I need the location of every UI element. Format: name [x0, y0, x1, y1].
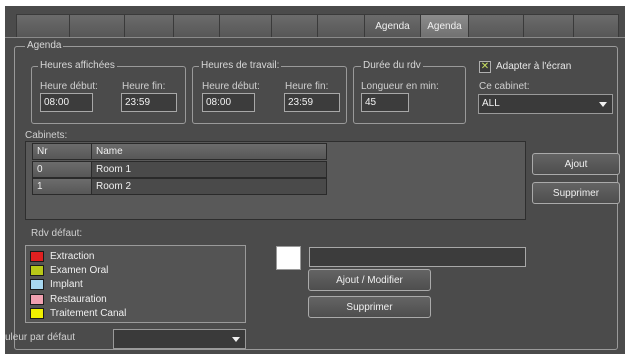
cabinets-row-0-name[interactable]: Room 1 — [91, 161, 327, 178]
tab-4[interactable] — [173, 14, 220, 38]
duree-rdv-title: Durée du rdv — [361, 60, 423, 72]
tab-10[interactable] — [468, 14, 524, 38]
list-item-label: Implant — [50, 278, 83, 290]
cabinets-table: Nr Name 0 Room 1 1 Room 2 — [25, 141, 526, 220]
color-swatch — [30, 278, 44, 290]
duree-rdv-length-label: Longueur en min: — [361, 81, 439, 92]
rdv-defaut-label: Rdv défaut: — [31, 228, 83, 239]
list-item[interactable]: Implant — [30, 277, 83, 291]
heures-travail-end-input[interactable]: 23:59 — [284, 93, 340, 112]
duree-rdv-length-input[interactable]: 45 — [361, 93, 409, 112]
tab-1[interactable] — [16, 14, 70, 38]
tab-agenda[interactable]: Agenda — [420, 14, 469, 38]
cabinet-select-value: ALL — [482, 98, 500, 109]
heures-affichees-end-input[interactable]: 23:59 — [121, 93, 177, 112]
chevron-down-icon — [232, 337, 240, 342]
rdv-name-input[interactable] — [309, 247, 526, 267]
heures-travail-start-label: Heure début: — [202, 81, 260, 92]
list-item-label: Restauration — [50, 293, 107, 305]
adapter-checkbox-label: Adapter à l'écran — [496, 61, 572, 72]
list-item[interactable]: Extraction — [30, 249, 94, 263]
list-item[interactable]: Restauration — [30, 292, 107, 306]
cabinets-row-1-nr[interactable]: 1 — [32, 178, 92, 195]
list-item-label: Extraction — [50, 250, 95, 262]
cabinet-select[interactable]: ALL — [478, 94, 613, 114]
list-item-label: Examen Oral — [50, 264, 109, 276]
heures-travail-title: Heures de travail: — [199, 60, 282, 72]
rdv-delete-button[interactable]: Supprimer — [308, 296, 431, 318]
default-color-label: uleur par défaut — [5, 332, 76, 343]
agenda-settings-panel: Agenda Agenda Agenda Heures affichées He… — [5, 6, 625, 354]
heures-travail-start-input[interactable]: 08:00 — [202, 93, 255, 112]
adapter-checkbox[interactable]: ✕ — [479, 61, 491, 73]
cabinets-row-0-nr[interactable]: 0 — [32, 161, 92, 178]
cabinets-row-1-name[interactable]: Room 2 — [91, 178, 327, 195]
color-swatch — [30, 250, 44, 262]
cabinets-col-name[interactable]: Name — [91, 143, 327, 160]
cabinets-label: Cabinets: — [25, 130, 68, 141]
chevron-down-icon — [599, 102, 607, 107]
heures-affichees-start-label: Heure début: — [40, 81, 98, 92]
heures-affichees-start-input[interactable]: 08:00 — [40, 93, 93, 112]
tab-8[interactable]: Agenda — [364, 14, 421, 38]
list-item-label: Traitement Canal — [50, 307, 127, 319]
color-preview-swatch[interactable] — [276, 246, 301, 270]
tab-6[interactable] — [271, 14, 318, 38]
list-item[interactable]: Examen Oral — [30, 263, 108, 277]
tab-11[interactable] — [523, 14, 574, 38]
tab-3[interactable] — [124, 14, 174, 38]
rdv-add-modify-button[interactable]: Ajout / Modifier — [308, 269, 431, 291]
cabinet-delete-button[interactable]: Supprimer — [532, 182, 620, 204]
default-color-select[interactable] — [113, 329, 246, 349]
agenda-group-title: Agenda — [25, 40, 64, 52]
tab-2[interactable] — [69, 14, 125, 38]
heures-affichees-end-label: Heure fin: — [122, 81, 166, 92]
tab-divider — [5, 37, 625, 38]
rdv-defaut-list[interactable]: Extraction Examen Oral Implant Restaurat… — [25, 245, 246, 323]
cabinets-col-nr[interactable]: Nr — [32, 143, 92, 160]
color-swatch — [30, 264, 44, 276]
color-swatch — [30, 307, 44, 319]
heures-affichees-title: Heures affichées — [38, 60, 117, 72]
tab-7[interactable] — [317, 14, 365, 38]
heures-travail-end-label: Heure fin: — [285, 81, 329, 92]
tab-12[interactable] — [573, 14, 619, 38]
tab-5[interactable] — [219, 14, 272, 38]
list-item[interactable]: Traitement Canal — [30, 306, 126, 320]
cabinet-add-button[interactable]: Ajout — [532, 153, 620, 175]
cabinet-select-label: Ce cabinet: — [479, 81, 530, 92]
color-swatch — [30, 293, 44, 305]
